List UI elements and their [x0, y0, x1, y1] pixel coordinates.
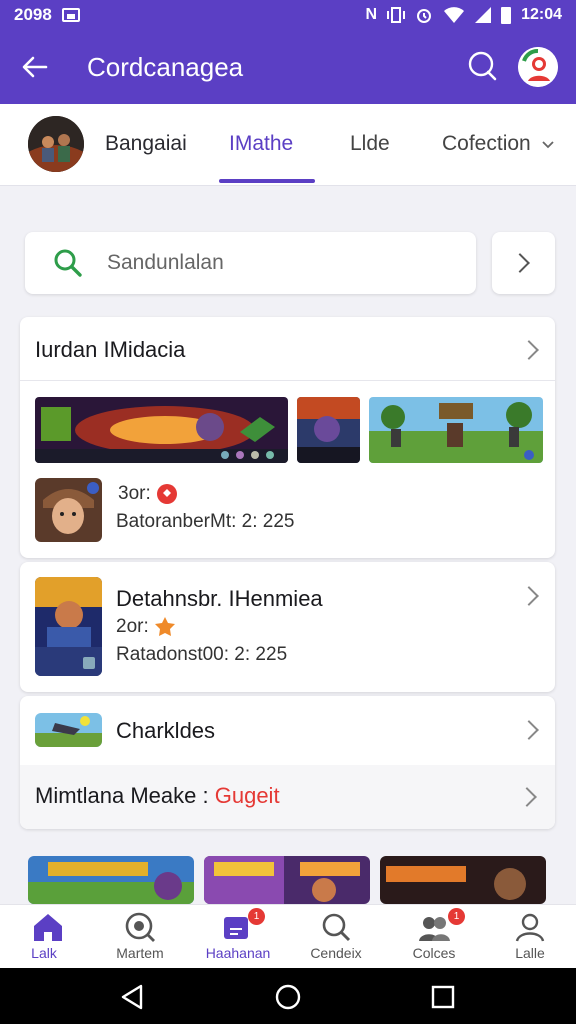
carousel-banner-1[interactable] — [28, 856, 194, 904]
nav-item-haahanan[interactable]: 1 Haahanan — [190, 905, 286, 969]
nav-label: Lalle — [515, 945, 545, 961]
notification-badge: 1 — [248, 908, 265, 925]
row-text: Mimtlana Meake : Gugeit — [35, 783, 280, 809]
divider — [20, 380, 555, 381]
tab-llde[interactable]: Llde — [350, 132, 390, 156]
chevron-right-icon — [517, 787, 537, 807]
nav-label: Colces — [412, 945, 456, 961]
search-go-button[interactable] — [492, 232, 555, 294]
chevron-right-icon — [510, 253, 530, 273]
game-thumb-3 — [35, 713, 102, 747]
orange-badge-icon — [155, 617, 176, 636]
wifi-icon — [444, 7, 465, 23]
game-1-stat: 3or: — [118, 483, 151, 505]
home-icon — [34, 914, 62, 941]
nav-item-colces[interactable]: 1 Colces — [386, 905, 482, 969]
system-navigation-bar — [0, 968, 576, 1024]
explore-icon — [125, 912, 155, 942]
app-bar: Cordcanagea — [0, 30, 576, 104]
carousel-banner-2[interactable] — [204, 856, 370, 904]
battery-icon — [501, 6, 512, 24]
bottom-navigation: Lalk Martem 1 Haahanan Cendeix 1 Colces … — [0, 904, 576, 968]
nav-label: Lalk — [31, 945, 57, 961]
profile-icon — [515, 913, 545, 942]
featured-card: Iurdan IMidacia 3or: BatoranberMt: 2: 22… — [20, 317, 555, 558]
people-icon — [419, 917, 450, 941]
tab-bar: Bangaiai IMathe Llde Cofection — [0, 104, 576, 186]
item-title: Charkldes — [116, 718, 216, 743]
search-input[interactable] — [107, 249, 447, 277]
system-recents-icon[interactable] — [428, 982, 458, 1012]
back-arrow-icon[interactable] — [20, 52, 50, 82]
game-2-line-2: Ratadonst00: 2: 225 — [116, 644, 288, 665]
nav-label: Martem — [116, 945, 164, 961]
nav-label: Haahanan — [205, 945, 271, 961]
chevron-down-icon — [541, 141, 554, 149]
list-card: Charkldes Mimtlana Meake : Gugeit — [20, 696, 555, 829]
cell-signal-icon — [475, 7, 492, 23]
user-avatar[interactable] — [518, 47, 558, 87]
search-icon — [54, 249, 82, 277]
tab-bangaiai[interactable]: Bangaiai — [105, 132, 187, 156]
list-item[interactable]: Charkldes — [20, 696, 555, 764]
game-1-line-1: 3or: — [118, 483, 178, 505]
n-notification-icon: N — [365, 6, 378, 23]
chat-search-icon[interactable] — [466, 50, 498, 82]
game-banner-3[interactable] — [369, 397, 543, 463]
game-card[interactable]: Detahnsbr. IHenmiea 2or: Ratadonst00: 2:… — [20, 562, 555, 692]
system-home-icon[interactable] — [273, 982, 303, 1012]
collection-avatar[interactable] — [28, 116, 84, 172]
app-title: Cordcanagea — [87, 52, 244, 82]
chevron-right-icon[interactable] — [519, 340, 539, 360]
notification-badge: 1 — [448, 908, 465, 925]
game-2-line-1: 2or: — [116, 616, 176, 638]
search-icon — [322, 913, 351, 942]
vibrate-icon — [387, 7, 406, 23]
chevron-right-icon — [519, 720, 539, 740]
active-tab-indicator — [219, 179, 315, 183]
game-thumb-1[interactable] — [35, 478, 102, 542]
chevron-right-icon[interactable] — [519, 586, 539, 606]
nav-item-lalle[interactable]: Lalle — [482, 905, 576, 969]
game-thumb-2[interactable] — [35, 577, 102, 676]
game-2-stat: 2or: — [116, 616, 149, 638]
status-bar: 2098 N 12:04 — [0, 0, 576, 30]
tab-cofection[interactable]: Cofection — [442, 132, 555, 156]
game-1-line-2: BatoranberMt: 2: 225 — [116, 511, 295, 532]
tab-imathe[interactable]: IMathe — [229, 132, 293, 156]
game-2-title: Detahnsbr. IHenmiea — [116, 586, 323, 611]
row-highlight: Gugeit — [214, 783, 280, 808]
search-box — [25, 232, 476, 294]
tab-cofection-label: Cofection — [442, 132, 531, 155]
game-banner-1[interactable] — [35, 397, 288, 463]
list-row[interactable]: Mimtlana Meake : Gugeit — [20, 765, 555, 829]
section-title[interactable]: Iurdan IMidacia — [35, 337, 185, 363]
carousel-banner-3[interactable] — [380, 856, 546, 904]
alarm-icon — [417, 9, 432, 23]
gallery-notification-icon — [61, 8, 80, 22]
nav-item-lalk[interactable]: Lalk — [0, 905, 96, 969]
nav-label: Cendeix — [310, 945, 362, 961]
red-heart-badge-icon — [157, 484, 178, 504]
system-back-icon[interactable] — [117, 982, 147, 1012]
status-time-left: 2098 — [14, 5, 52, 24]
row-label: Mimtlana Meake : — [35, 783, 215, 808]
nav-item-martem[interactable]: Martem — [92, 905, 188, 969]
nav-item-cendeix[interactable]: Cendeix — [288, 905, 384, 969]
game-banner-2[interactable] — [297, 397, 360, 463]
game-carousel — [0, 852, 576, 904]
status-time-right: 12:04 — [521, 6, 562, 23]
